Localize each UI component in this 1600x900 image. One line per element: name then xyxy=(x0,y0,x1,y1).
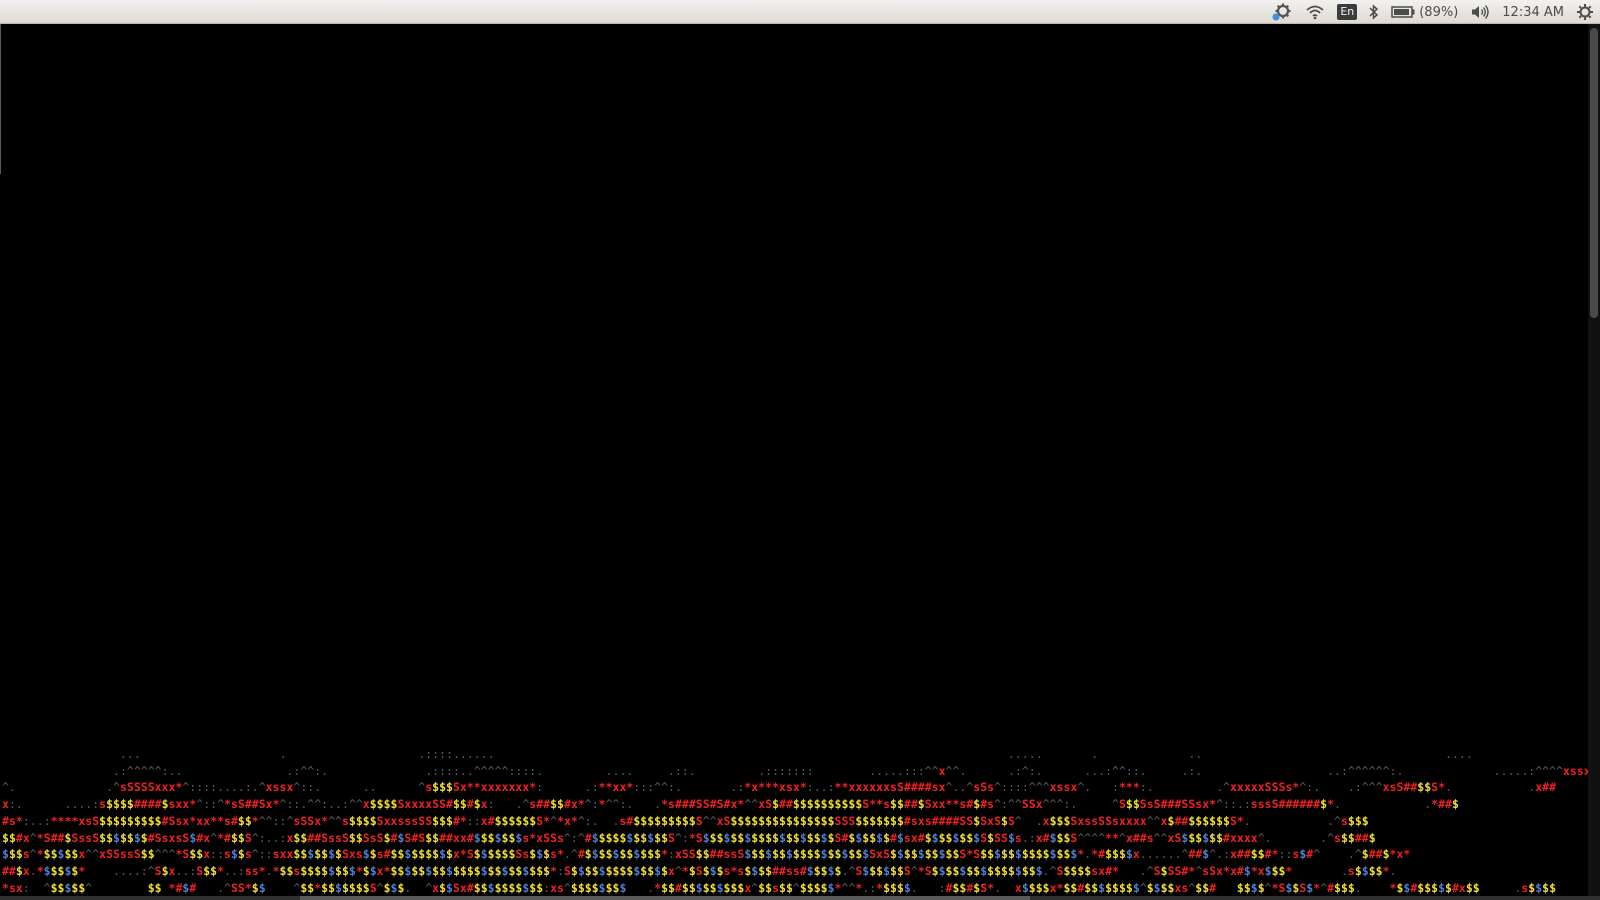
fire-line: $$#x^*S##$SssS$$$$$$$#SsxsS$#x^*#$$S^:..… xyxy=(2,830,1376,845)
bluetooth-icon[interactable] xyxy=(1369,0,1379,24)
fire-line: ... . .::::...... ..... . .. .... xyxy=(119,747,1473,761)
fire-line: ^. .^sSSSSxxx*^::::....:.^xssx^::. .. ^s… xyxy=(2,780,1556,795)
volume-icon[interactable] xyxy=(1470,0,1490,24)
battery-indicator[interactable]: (89%) xyxy=(1391,0,1458,24)
scrollbar-thumb[interactable] xyxy=(1590,28,1598,318)
ascii-fire-animation: ... . .::::...... ..... . .. .... .:^^^^… xyxy=(2,746,1588,896)
fire-line: x:. ....:s$$$$####$sxx*^::^*sS##Sx*^::.^… xyxy=(2,797,1459,812)
fire-line: .:^^^^^:.. .:^^:. .::::..^^^^^::::. ....… xyxy=(113,763,1588,778)
settings-gear-icon[interactable] xyxy=(1271,0,1293,24)
terminal-window[interactable]: ... . .::::...... ..... . .. .... .:^^^^… xyxy=(0,24,1588,896)
bottom-scroll-track xyxy=(0,896,1600,900)
bottom-scroll-thumb[interactable] xyxy=(300,896,1030,900)
system-indicators: En (89%) 12:34 AM xyxy=(1271,0,1594,24)
window-left-edge xyxy=(0,24,1,174)
fire-line: $$$s^*$$$$$x^^xSSssS$$^^^*S$$x::s$$s^::s… xyxy=(2,847,1411,862)
battery-percent: (89%) xyxy=(1419,4,1459,20)
terminal-scrollbar[interactable] xyxy=(1588,24,1600,896)
clock[interactable]: 12:34 AM xyxy=(1502,0,1564,24)
keyboard-language-indicator[interactable]: En xyxy=(1337,0,1358,24)
battery-icon xyxy=(1391,6,1415,18)
fire-line: *sx: ^$$$$$^ $$ *#$# .^SS*$$ ^$$*$$$$$$$… xyxy=(2,880,1556,895)
top-panel: En (89%) 12:34 AM xyxy=(0,0,1600,24)
power-icon[interactable] xyxy=(1576,0,1594,24)
wifi-icon[interactable] xyxy=(1305,0,1325,24)
fire-line: ##$x.*$$$$$* ....:^S$x..:S$$*..:ss*.*$$s… xyxy=(2,863,1397,878)
language-label: En xyxy=(1337,4,1358,20)
fire-line: #s*:..:****xsS$$$$$$$$$#Ssx*xx**s#$$*^^:… xyxy=(2,813,1369,828)
